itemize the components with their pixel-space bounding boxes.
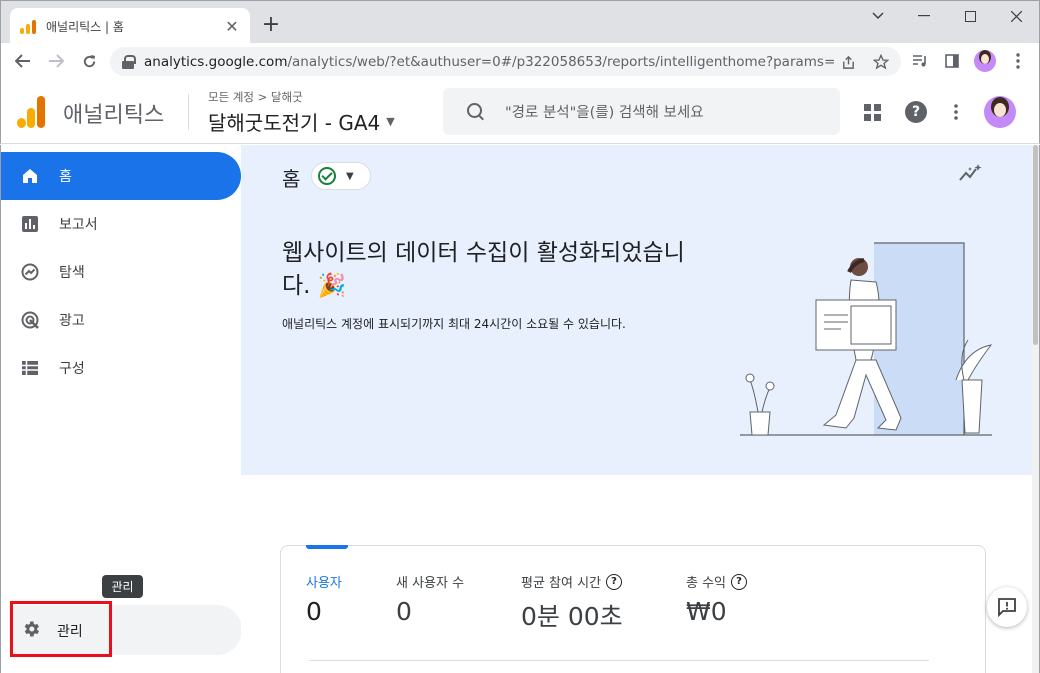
metric-label-row: 총 수익? [686, 572, 748, 591]
browser-toolbar: analytics.google.com/analytics/web/?et&a… [0, 43, 1040, 80]
help-icon[interactable]: ? [731, 573, 748, 590]
close-window-button[interactable] [993, 1, 1039, 31]
help-icon[interactable]: ? [606, 573, 623, 590]
left-nav: 홈 보고서 탐색 광고 구성 관리 관리 [0, 145, 242, 673]
search-placeholder: "경로 분석"을(를) 검색해 보세요 [505, 105, 704, 121]
nav-item-label: 구성 [59, 361, 85, 377]
metric-label-row: 평균 참여 시간? [521, 572, 623, 591]
minimize-button[interactable] [901, 1, 947, 31]
nav-item-home[interactable]: 홈 [1, 152, 241, 200]
chevron-down-icon: ▼ [386, 115, 395, 128]
nav-item-label: 보고서 [59, 217, 98, 233]
url-domain: analytics.google.com [144, 53, 288, 70]
explore-icon [21, 263, 39, 281]
bar-chart-icon [21, 215, 39, 233]
feedback-icon [998, 598, 1016, 617]
account-avatar[interactable] [984, 96, 1016, 128]
nav-item-explore[interactable]: 탐색 [1, 248, 241, 296]
bookmark-star-icon[interactable] [871, 52, 891, 72]
url-path: /analytics/web/?et&authuser=0#/p32205865… [287, 53, 834, 70]
active-tab-indicator [306, 545, 348, 549]
nav-item-configure[interactable]: 구성 [1, 344, 241, 392]
metric-new-users[interactable]: 새 사용자 수 0 [396, 572, 464, 626]
search-icon [467, 102, 485, 121]
nav-item-label: 탐색 [59, 265, 85, 281]
forward-button[interactable] [40, 45, 72, 77]
apps-grid-icon[interactable] [860, 100, 884, 124]
admin-highlight-box [10, 601, 112, 657]
nav-item-label: 광고 [59, 313, 85, 329]
metric-value: ₩0 [686, 597, 727, 626]
welcome-banner: 홈 ▼ 웹사이트의 데이터 수집이 활성화되었습니다. 🎉 애널리틱스 계정에 … [241, 145, 1033, 475]
metric-total-revenue[interactable]: 총 수익? ₩0 [686, 572, 748, 626]
address-bar[interactable]: analytics.google.com/analytics/web/?et&a… [110, 47, 901, 76]
tab-close-icon[interactable]: ✕ [224, 17, 240, 36]
header-divider [188, 94, 189, 130]
account-breadcrumb[interactable]: 모든 계정 > 달해굿 [208, 89, 303, 105]
property-name: 달해굿도전기 - GA4 [208, 111, 381, 135]
admin-tooltip: 관리 [102, 575, 143, 598]
lock-icon [122, 54, 136, 69]
help-icon[interactable]: ? [904, 100, 928, 124]
new-tab-button[interactable]: + [261, 13, 281, 37]
profile-avatar-small[interactable] [971, 46, 999, 76]
browser-menu-icon[interactable] [1004, 46, 1032, 76]
maximize-button[interactable] [947, 1, 993, 31]
reload-button[interactable] [73, 45, 105, 77]
configure-icon [21, 359, 39, 377]
feedback-button[interactable] [987, 587, 1027, 627]
app-header: 애널리틱스 모든 계정 > 달해굿 달해굿도전기 - GA4 ▼ "경로 분석"… [0, 80, 1040, 144]
home-icon [21, 167, 39, 185]
banner-title: 웹사이트의 데이터 수집이 활성화되었습니다. 🎉 [282, 240, 685, 299]
media-control-icon[interactable] [906, 46, 934, 76]
metric-label: 사용자 [306, 576, 342, 591]
share-icon[interactable] [838, 52, 858, 72]
metric-users[interactable]: 사용자 0 [306, 572, 342, 626]
insights-icon[interactable] [959, 163, 983, 183]
browser-tab-strip: 애널리틱스 | 홈 ✕ + [0, 0, 1040, 44]
ads-icon [21, 311, 39, 329]
nav-item-reports[interactable]: 보고서 [1, 200, 241, 248]
card-divider [309, 660, 929, 661]
browser-tab[interactable]: 애널리틱스 | 홈 ✕ [10, 8, 250, 44]
metric-label: 새 사용자 수 [396, 576, 465, 591]
more-options-icon[interactable] [944, 100, 968, 124]
app-name[interactable]: 애널리틱스 [63, 97, 164, 129]
tab-search-icon[interactable] [855, 1, 901, 31]
property-selector[interactable]: 달해굿도전기 - GA4 ▼ [208, 107, 395, 136]
metrics-card: 사용자 0 새 사용자 수 0 평균 참여 시간? 0분 00초 총 수익? ₩… [280, 545, 986, 673]
metric-label: 총 수익 [686, 576, 727, 591]
chevron-down-icon: ▼ [346, 170, 354, 182]
nav-item-label: 홈 [59, 169, 72, 185]
metric-value: 0분 00초 [521, 602, 623, 631]
nav-item-ads[interactable]: 광고 [1, 296, 241, 344]
person-carrying-box-illustration [740, 242, 993, 436]
metric-value: 0 [306, 597, 322, 626]
url-text: analytics.google.com/analytics/web/?et&a… [144, 54, 834, 70]
main-content: 홈 ▼ 웹사이트의 데이터 수집이 활성화되었습니다. 🎉 애널리틱스 계정에 … [241, 145, 1040, 673]
metric-avg-engagement-time[interactable]: 평균 참여 시간? 0분 00초 [521, 572, 623, 633]
check-circle-icon [318, 167, 336, 185]
search-bar[interactable]: "경로 분석"을(를) 검색해 보세요 [443, 88, 840, 135]
data-collection-status-chip[interactable]: ▼ [311, 162, 371, 190]
page-title: 홈 [282, 167, 301, 191]
analytics-favicon-icon [20, 18, 36, 34]
analytics-logo-icon[interactable] [17, 96, 45, 128]
page-scrollbar[interactable] [1032, 145, 1039, 673]
scrollbar-thumb[interactable] [1033, 145, 1038, 345]
metric-value: 0 [396, 597, 412, 626]
side-panel-icon[interactable] [938, 46, 966, 76]
banner-subtitle: 애널리틱스 계정에 표시되기까지 최대 24시간이 소요될 수 있습니다. [282, 317, 626, 331]
back-button[interactable] [7, 45, 39, 77]
tab-title: 애널리틱스 | 홈 [46, 19, 124, 34]
metric-label: 평균 참여 시간 [521, 576, 602, 591]
